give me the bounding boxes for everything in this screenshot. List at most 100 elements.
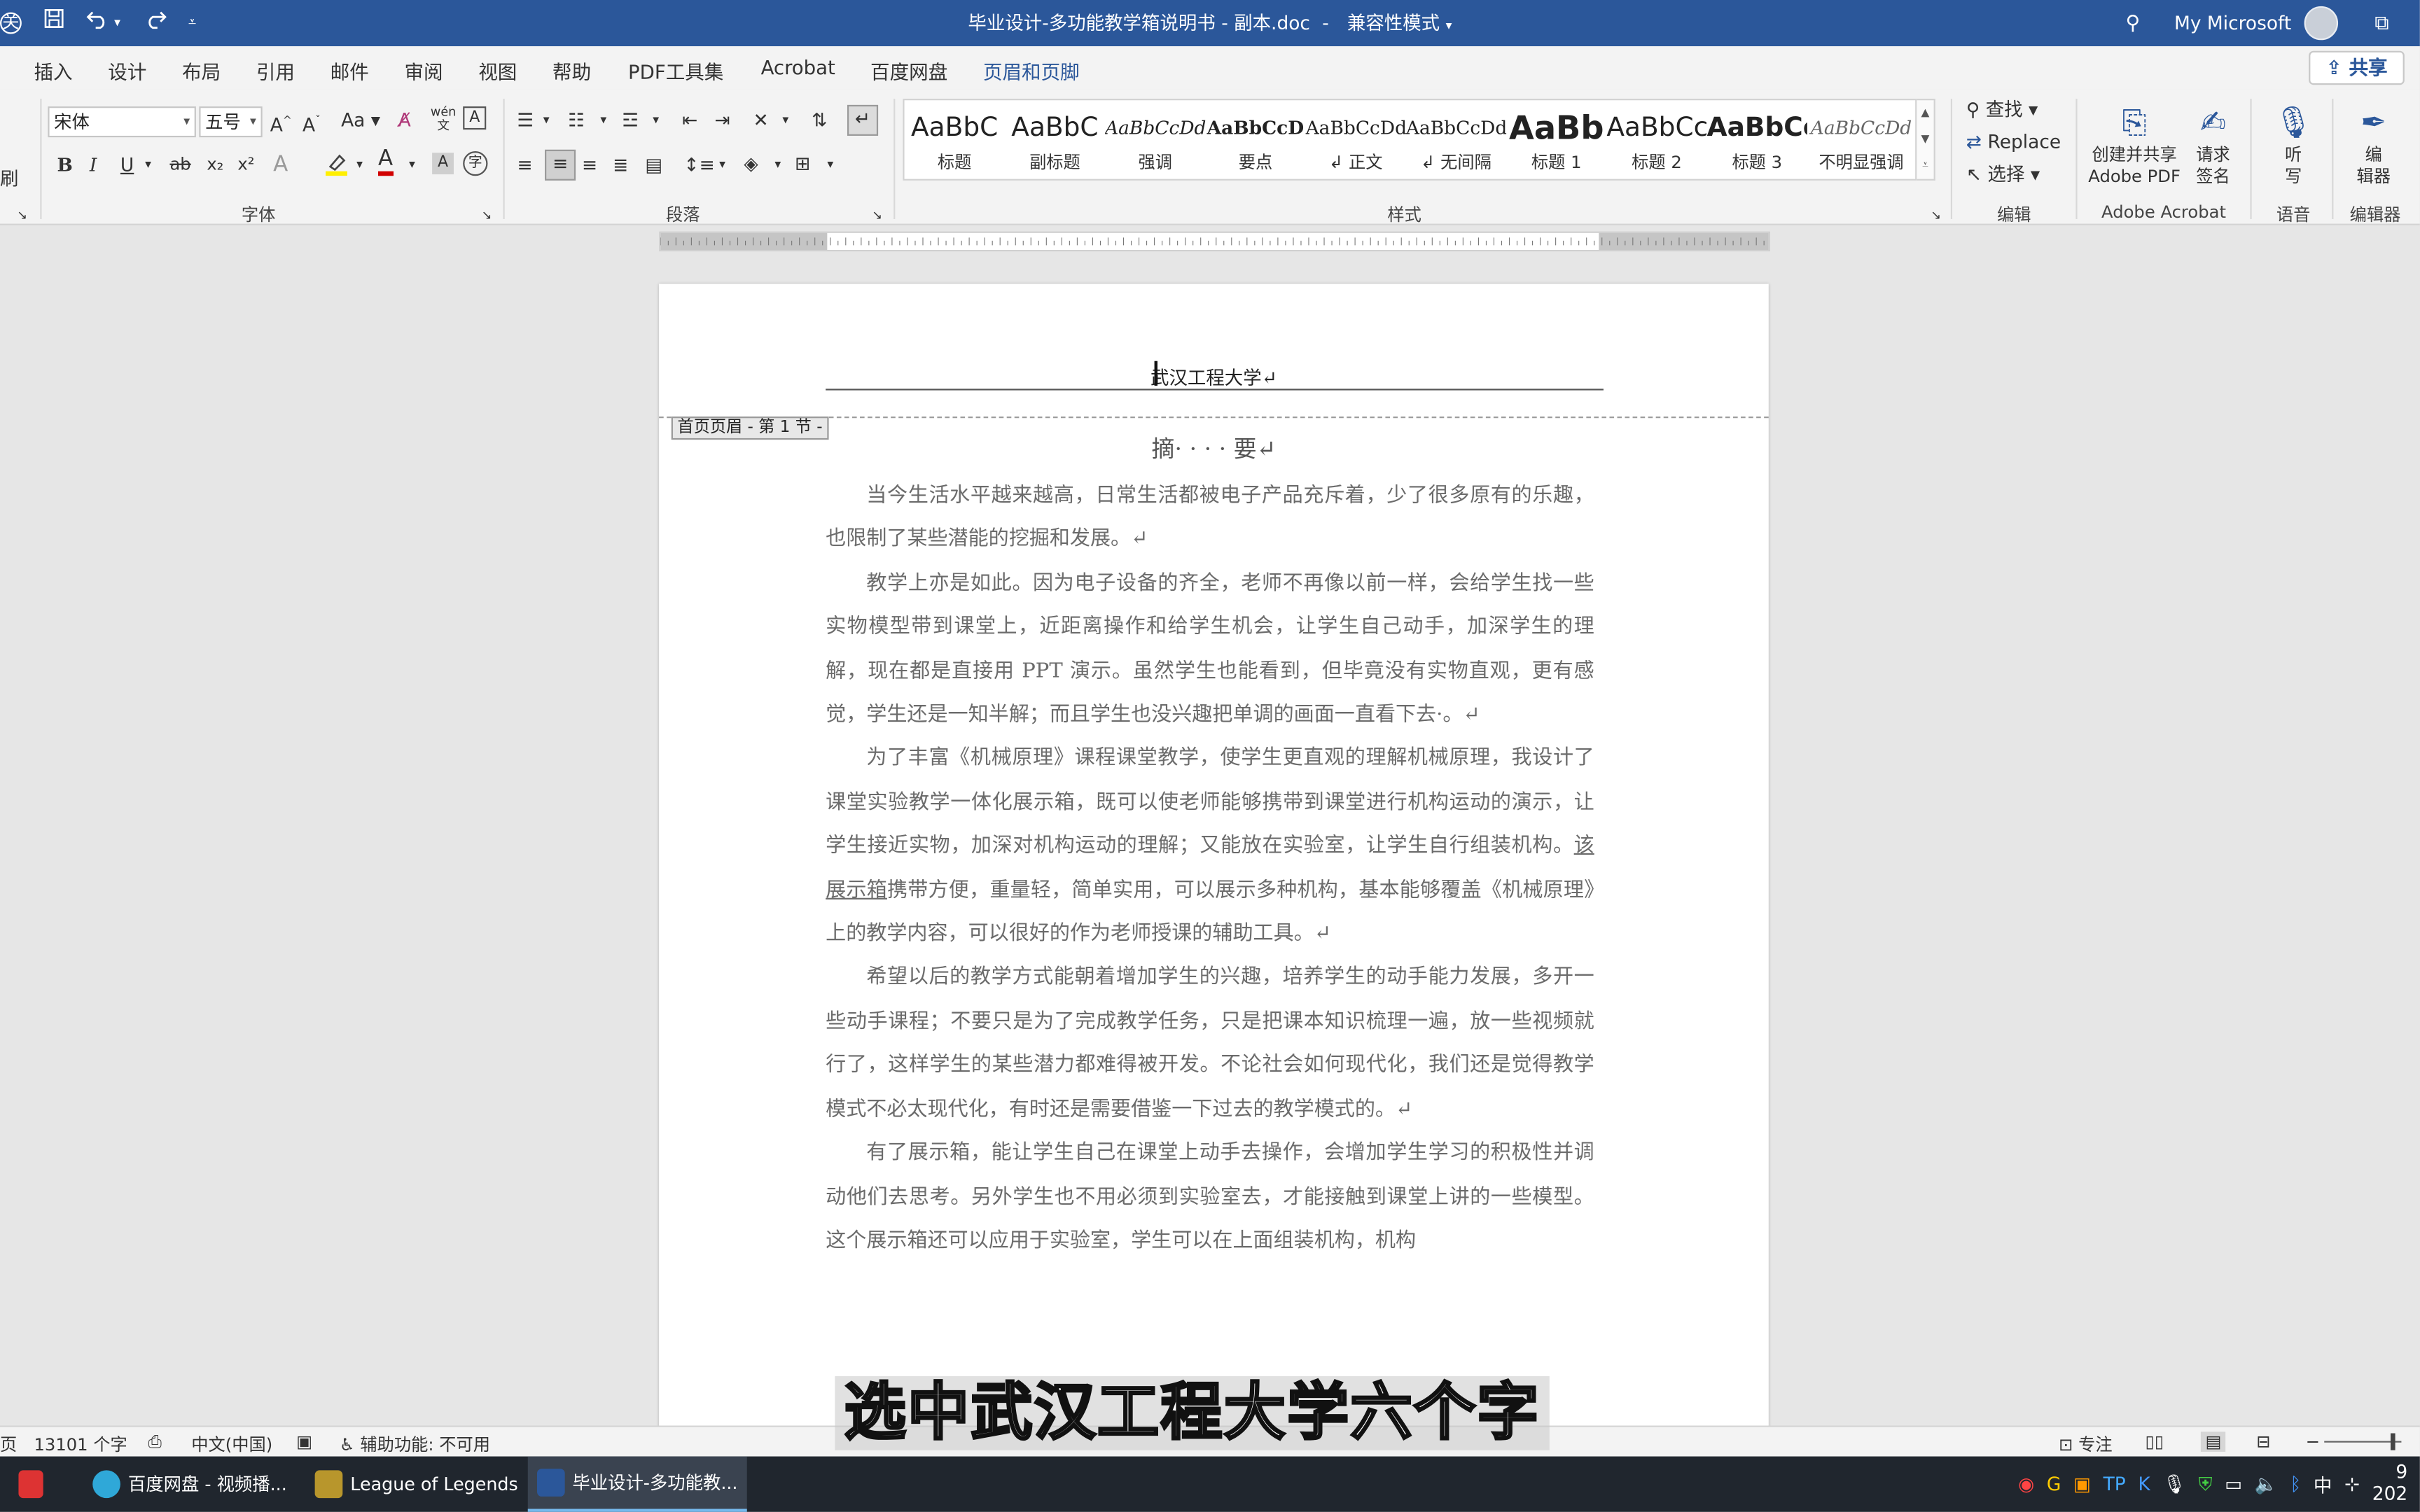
align-center-icon[interactable]: ≡ xyxy=(545,149,576,181)
text-effects-icon[interactable]: A xyxy=(273,153,288,177)
show-formatting-icon[interactable]: ↵ xyxy=(847,104,879,136)
tray-tp-icon[interactable]: TP xyxy=(2103,1474,2126,1495)
multilevel-dropdown-icon[interactable]: ▾ xyxy=(653,108,659,132)
dictate-button[interactable]: 🎙 听 写 xyxy=(2265,99,2321,188)
paragraph[interactable]: 为了丰富《机械原理》课程课堂教学，使学生更直观的理解机械原理，我设计了课堂实验教… xyxy=(826,738,1594,957)
paragraph-launcher-icon[interactable]: ↘ xyxy=(872,204,882,228)
create-share-pdf-button[interactable]: ⎘ 创建并共享 Adobe PDF xyxy=(2087,99,2183,188)
font-size-combo[interactable]: 五号 ▾ xyxy=(199,106,263,138)
web-layout-icon[interactable]: ⊟ xyxy=(2256,1432,2270,1452)
document-page[interactable]: 武汉工程大学↵ 首页页眉 - 第 1 节 - 摘· · · · 要↵ 当今生活水… xyxy=(659,284,1769,1441)
phonetic-guide-icon[interactable]: wén 文 xyxy=(431,105,456,133)
bullets-icon[interactable]: ☰ xyxy=(517,108,534,132)
tab-help[interactable]: 帮助 xyxy=(552,55,591,85)
superscript-button[interactable]: x² xyxy=(237,153,254,177)
chinese-layout-dropdown-icon[interactable]: ▾ xyxy=(782,108,788,132)
focus-mode-button[interactable]: ⊡ 专注 xyxy=(2059,1432,2113,1456)
tab-references[interactable]: 引用 xyxy=(256,55,295,85)
tab-mailings[interactable]: 邮件 xyxy=(331,55,369,85)
taskbar-league[interactable]: League of Legends xyxy=(305,1457,527,1512)
taskbar-word[interactable]: 毕业设计-多功能教... xyxy=(527,1456,747,1512)
chinese-layout-icon[interactable]: ✕ xyxy=(753,108,769,132)
security-icon[interactable]: ⛨ xyxy=(2199,1473,2213,1496)
zoom-out-icon[interactable]: − xyxy=(2306,1432,2320,1452)
borders-dropdown-icon[interactable]: ▾ xyxy=(827,153,833,177)
numbering-dropdown-icon[interactable]: ▾ xyxy=(600,108,606,132)
tray-app-icon[interactable]: ▣ xyxy=(2073,1474,2091,1495)
justify-icon[interactable]: ≣ xyxy=(613,153,628,177)
style-emphasis[interactable]: AaBbCcDd 强调 xyxy=(1105,100,1205,178)
tab-design[interactable]: 设计 xyxy=(108,55,146,85)
styles-scroll[interactable]: ▲ ▼ ⩡ xyxy=(1917,99,1935,181)
distributed-icon[interactable]: ▤ xyxy=(645,153,662,177)
start-app-icon[interactable] xyxy=(18,1457,50,1512)
tab-review[interactable]: 审阅 xyxy=(404,55,443,85)
highlight-icon[interactable] xyxy=(324,151,349,182)
find-button[interactable]: ⚲ 查找 ▾ xyxy=(1966,97,2038,122)
ime-mode-icon[interactable]: ⊹ xyxy=(2344,1474,2360,1495)
underline-button[interactable]: U xyxy=(120,153,134,177)
tab-view[interactable]: 视图 xyxy=(478,55,517,85)
editor-button[interactable]: ✒ 编 辑器 xyxy=(2343,99,2405,188)
style-heading-1[interactable]: AaBb 标题 1 xyxy=(1506,100,1606,178)
ime-indicator[interactable]: 中 xyxy=(2314,1471,2332,1497)
clipboard-launcher-icon[interactable]: ↘ xyxy=(17,204,27,228)
font-color-icon[interactable]: A xyxy=(377,147,394,176)
paragraph[interactable]: 有了展示箱，能让学生自己在课堂上动手去操作，会增加学生学习的积极性并调动他们去思… xyxy=(826,1133,1594,1264)
zoom-slider[interactable] xyxy=(2324,1441,2402,1443)
taskbar-baidu[interactable]: 百度网盘 - 视频播... xyxy=(83,1457,296,1512)
increase-indent-icon[interactable]: ⇥ xyxy=(714,108,730,132)
paragraph[interactable]: 当今生活水平越来越高，日常生活都被电子产品充斥着，少了很多原有的乐趣，也限制了某… xyxy=(826,475,1594,563)
chevron-down-icon[interactable]: ▾ xyxy=(1446,18,1452,32)
style-subtle-emphasis[interactable]: AaBbCcDd 不明显强调 xyxy=(1807,100,1915,178)
tab-header-footer[interactable]: 页眉和页脚 xyxy=(983,55,1080,85)
search-icon[interactable]: ⚲ xyxy=(2126,12,2141,35)
style-subtitle[interactable]: AaBbC 副标题 xyxy=(1005,100,1105,178)
shading-dropdown-icon[interactable]: ▾ xyxy=(774,153,781,177)
underline-dropdown-icon[interactable]: ▾ xyxy=(145,153,151,177)
header-text[interactable]: 武汉工程大学↵ xyxy=(659,364,1769,390)
style-heading-2[interactable]: AaBbCc 标题 2 xyxy=(1606,100,1706,178)
font-color-dropdown-icon[interactable]: ▾ xyxy=(409,153,415,177)
paragraph[interactable]: 希望以后的教学方式能朝着增加学生的兴趣，培养学生的动手能力发展，多开一些动手课程… xyxy=(826,958,1594,1133)
subscript-button[interactable]: x₂ xyxy=(207,153,223,177)
account-name[interactable]: My Microsoft xyxy=(2174,13,2291,34)
document-body[interactable]: 当今生活水平越来越高，日常生活都被电子产品充斥着，少了很多原有的乐趣，也限制了某… xyxy=(826,475,1594,1264)
font-launcher-icon[interactable]: ↘ xyxy=(482,204,492,228)
numbering-icon[interactable]: ☷ xyxy=(568,108,585,132)
style-heading-3[interactable]: AaBbCc 标题 3 xyxy=(1707,100,1807,178)
paragraph[interactable]: 教学上亦是如此。因为电子设备的齐全，老师不再像以前一样，会给学生找一些实物模型带… xyxy=(826,563,1594,738)
bluetooth-icon[interactable]: ᛒ xyxy=(2290,1474,2301,1495)
italic-button[interactable]: I xyxy=(90,153,97,177)
highlight-dropdown-icon[interactable]: ▾ xyxy=(356,153,363,177)
style-normal[interactable]: AaBbCcDd ↲ 正文 xyxy=(1306,100,1406,178)
language-indicator[interactable]: 中文(中国) xyxy=(191,1432,272,1456)
zoom-slider-thumb[interactable] xyxy=(2390,1433,2395,1450)
accessibility-status[interactable]: ♿ 辅助功能: 不可用 xyxy=(340,1432,490,1456)
proofing-icon[interactable]: ⎙ xyxy=(148,1432,162,1453)
compat-mode-label[interactable]: 兼容性模式 xyxy=(1347,13,1440,34)
character-border-icon[interactable]: A xyxy=(463,106,487,130)
align-left-icon[interactable]: ≡ xyxy=(517,153,532,177)
style-title[interactable]: AaBbC 标题 xyxy=(905,100,1005,178)
style-strong[interactable]: AaBbCcD 要点 xyxy=(1205,100,1305,178)
decrease-indent-icon[interactable]: ⇤ xyxy=(682,108,697,132)
tab-insert[interactable]: 插入 xyxy=(34,55,72,85)
grow-font-button[interactable]: A^ xyxy=(270,108,292,137)
tab-acrobat[interactable]: Acrobat xyxy=(761,55,835,78)
style-no-spacing[interactable]: AaBbCcDd ↲ 无间隔 xyxy=(1406,100,1506,178)
print-layout-icon[interactable]: ▤ xyxy=(2200,1432,2227,1452)
bullets-dropdown-icon[interactable]: ▾ xyxy=(543,108,550,132)
tab-baidu-netdisk[interactable]: 百度网盘 xyxy=(870,55,947,85)
strikethrough-button[interactable]: ab xyxy=(169,153,190,177)
horizontal-ruler[interactable] xyxy=(659,231,1770,252)
shading-icon[interactable]: ◈ xyxy=(744,151,758,176)
line-spacing-dropdown-icon[interactable]: ▾ xyxy=(719,153,725,177)
shrink-font-button[interactable]: Aˇ xyxy=(302,108,321,137)
tab-pdf-tools[interactable]: PDF工具集 xyxy=(628,55,723,85)
avatar[interactable] xyxy=(2303,6,2338,41)
clock[interactable]: 9 202 xyxy=(2372,1462,2420,1506)
chevron-up-icon[interactable]: ▲ xyxy=(1921,106,1930,119)
tray-k-icon[interactable]: K xyxy=(2138,1474,2150,1495)
volume-icon[interactable]: 🔈 xyxy=(2255,1474,2278,1495)
